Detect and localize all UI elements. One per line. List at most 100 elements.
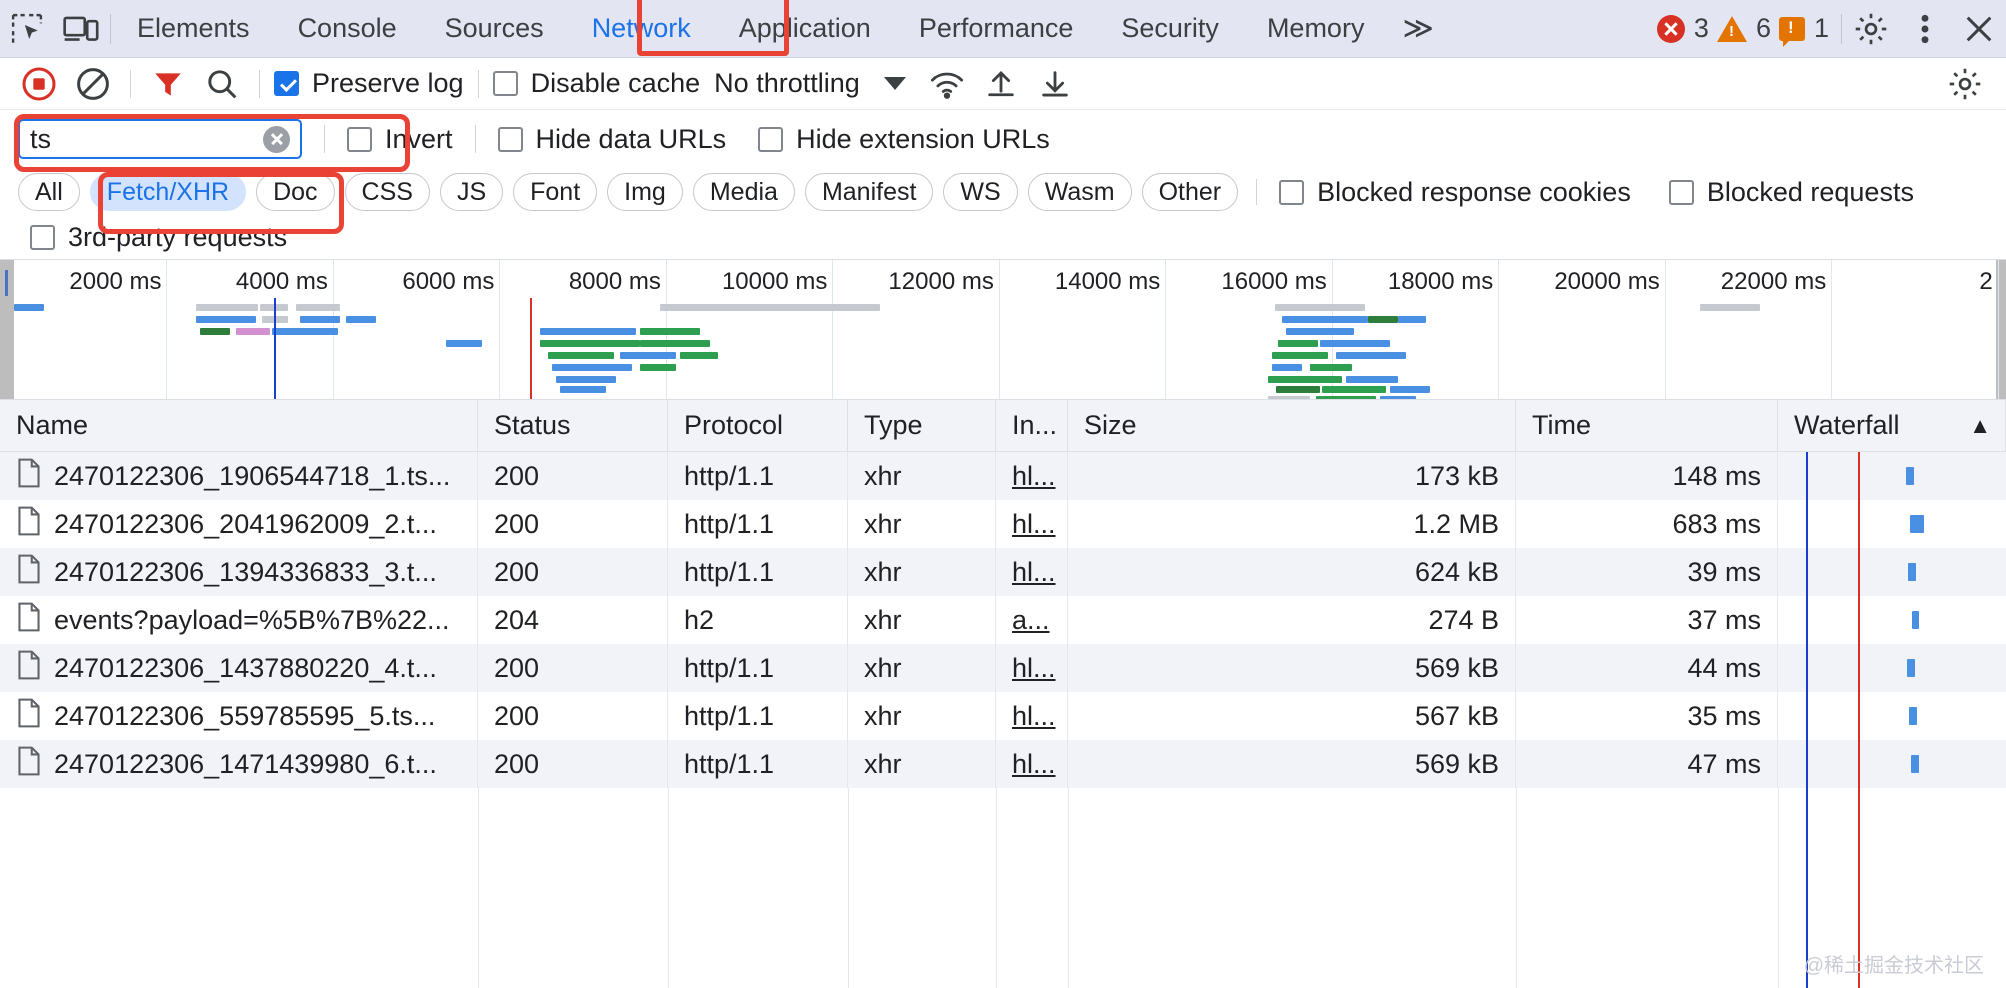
tab-memory[interactable]: Memory xyxy=(1243,0,1389,58)
chip-font[interactable]: Font xyxy=(513,173,597,211)
cell-initiator[interactable]: hl... xyxy=(996,452,1068,500)
network-settings-gear-icon[interactable] xyxy=(1938,58,1992,110)
tab-sources[interactable]: Sources xyxy=(421,0,568,58)
blocked-response-cookies-checkbox[interactable]: Blocked response cookies xyxy=(1275,177,1635,208)
clear-button[interactable] xyxy=(66,58,120,110)
column-header-time[interactable]: Time xyxy=(1516,400,1778,451)
table-row[interactable]: 2470122306_1394336833_3.t...200http/1.1x… xyxy=(0,548,2006,596)
device-toolbar-icon[interactable] xyxy=(54,0,108,58)
close-icon[interactable] xyxy=(1952,0,2006,58)
cell-waterfall[interactable] xyxy=(1778,596,2006,644)
issue-badge[interactable]: 1 xyxy=(1779,13,1829,44)
clear-filter-icon[interactable] xyxy=(263,126,290,153)
column-header-waterfall[interactable]: Waterfall▲ xyxy=(1778,400,2006,451)
chip-img[interactable]: Img xyxy=(607,173,683,211)
table-row[interactable]: events?payload=%5B%7B%22...204h2xhra...2… xyxy=(0,596,2006,644)
wifi-icon[interactable] xyxy=(920,58,974,110)
filter-button[interactable] xyxy=(141,58,195,110)
column-header-status[interactable]: Status xyxy=(478,400,668,451)
chip-ws[interactable]: WS xyxy=(943,173,1017,211)
column-guide xyxy=(668,788,669,988)
cell-initiator[interactable]: hl... xyxy=(996,644,1068,692)
gear-icon[interactable] xyxy=(1844,0,1898,58)
disable-cache-checkbox[interactable]: Disable cache xyxy=(489,68,705,99)
cell-name[interactable]: 2470122306_1906544718_1.ts... xyxy=(0,452,478,500)
initiator-link[interactable]: hl... xyxy=(1012,701,1056,732)
tab-application[interactable]: Application xyxy=(715,0,895,58)
tab-security[interactable]: Security xyxy=(1097,0,1243,58)
hide-extension-urls-checkbox[interactable]: Hide extension URLs xyxy=(754,124,1054,155)
column-header-size[interactable]: Size xyxy=(1068,400,1516,451)
initiator-link[interactable]: hl... xyxy=(1012,557,1056,588)
warning-badge[interactable]: 6 xyxy=(1717,13,1771,44)
throttling-select[interactable]: No throttling xyxy=(704,68,870,99)
network-overview[interactable]: 2000 ms4000 ms6000 ms8000 ms10000 ms1200… xyxy=(0,260,2006,400)
cell-initiator[interactable]: hl... xyxy=(996,692,1068,740)
chip-other[interactable]: Other xyxy=(1142,173,1239,211)
cell-initiator[interactable]: hl... xyxy=(996,740,1068,788)
chevron-down-icon[interactable] xyxy=(884,77,906,90)
column-header-name[interactable]: Name xyxy=(0,400,478,451)
cell-waterfall[interactable] xyxy=(1778,740,2006,788)
cell-protocol: h2 xyxy=(668,596,848,644)
chip-js[interactable]: JS xyxy=(440,173,503,211)
cell-name[interactable]: events?payload=%5B%7B%22... xyxy=(0,596,478,644)
hide-data-urls-checkbox[interactable]: Hide data URLs xyxy=(494,124,731,155)
chip-fetch-xhr[interactable]: Fetch/XHR xyxy=(90,173,246,211)
cell-waterfall[interactable] xyxy=(1778,452,2006,500)
tab-performance[interactable]: Performance xyxy=(895,0,1098,58)
table-row[interactable]: 2470122306_1437880220_4.t...200http/1.1x… xyxy=(0,644,2006,692)
import-har-icon[interactable] xyxy=(974,58,1028,110)
chip-media[interactable]: Media xyxy=(693,173,795,211)
export-har-icon[interactable] xyxy=(1028,58,1082,110)
filter-input[interactable]: ts xyxy=(18,119,302,159)
tab-elements[interactable]: Elements xyxy=(113,0,274,58)
inspect-element-icon[interactable] xyxy=(0,0,54,58)
tab-network[interactable]: Network xyxy=(568,0,715,58)
overview-left-handle[interactable] xyxy=(0,260,14,400)
initiator-link[interactable]: hl... xyxy=(1012,749,1056,780)
cell-waterfall[interactable] xyxy=(1778,500,2006,548)
cell-waterfall[interactable] xyxy=(1778,548,2006,596)
cell-waterfall[interactable] xyxy=(1778,692,2006,740)
error-badge[interactable]: 3 xyxy=(1657,13,1709,44)
cell-time: 44 ms xyxy=(1516,644,1778,692)
cell-initiator[interactable]: hl... xyxy=(996,548,1068,596)
invert-checkbox[interactable]: Invert xyxy=(343,124,457,155)
table-row[interactable]: 2470122306_1471439980_6.t...200http/1.1x… xyxy=(0,740,2006,788)
cell-initiator[interactable]: a... xyxy=(996,596,1068,644)
cell-name[interactable]: 2470122306_1394336833_3.t... xyxy=(0,548,478,596)
more-vertical-icon[interactable] xyxy=(1898,0,1952,58)
blocked-requests-checkbox[interactable]: Blocked requests xyxy=(1665,177,1918,208)
chip-css[interactable]: CSS xyxy=(345,173,430,211)
cell-name[interactable]: 2470122306_2041962009_2.t... xyxy=(0,500,478,548)
initiator-link[interactable]: hl... xyxy=(1012,653,1056,684)
cell-initiator[interactable]: hl... xyxy=(996,500,1068,548)
initiator-link[interactable]: a... xyxy=(1012,605,1050,636)
more-tabs-icon[interactable]: ≫ xyxy=(1388,11,1441,46)
cell-name[interactable]: 2470122306_1437880220_4.t... xyxy=(0,644,478,692)
chip-manifest[interactable]: Manifest xyxy=(805,173,933,211)
column-header-type[interactable]: Type xyxy=(848,400,996,451)
table-row[interactable]: 2470122306_1906544718_1.ts...200http/1.1… xyxy=(0,452,2006,500)
preserve-log-checkbox[interactable]: Preserve log xyxy=(270,68,468,99)
chip-all[interactable]: All xyxy=(18,173,80,211)
record-button[interactable] xyxy=(12,58,66,110)
column-header-protocol[interactable]: Protocol xyxy=(668,400,848,451)
warning-count: 6 xyxy=(1756,13,1771,44)
cell-waterfall[interactable] xyxy=(1778,644,2006,692)
third-party-requests-checkbox[interactable]: 3rd-party requests xyxy=(26,222,291,253)
column-header-in[interactable]: In... xyxy=(996,400,1068,451)
tab-console[interactable]: Console xyxy=(274,0,421,58)
sort-arrow-icon: ▲ xyxy=(1969,413,1991,439)
chip-wasm[interactable]: Wasm xyxy=(1028,173,1132,211)
table-row[interactable]: 2470122306_559785595_5.ts...200http/1.1x… xyxy=(0,692,2006,740)
initiator-link[interactable]: hl... xyxy=(1012,509,1056,540)
initiator-link[interactable]: hl... xyxy=(1012,461,1056,492)
table-row[interactable]: 2470122306_2041962009_2.t...200http/1.1x… xyxy=(0,500,2006,548)
filter-divider-1 xyxy=(324,125,325,153)
chip-doc[interactable]: Doc xyxy=(256,173,334,211)
search-button[interactable] xyxy=(195,58,249,110)
cell-name[interactable]: 2470122306_1471439980_6.t... xyxy=(0,740,478,788)
cell-name[interactable]: 2470122306_559785595_5.ts... xyxy=(0,692,478,740)
